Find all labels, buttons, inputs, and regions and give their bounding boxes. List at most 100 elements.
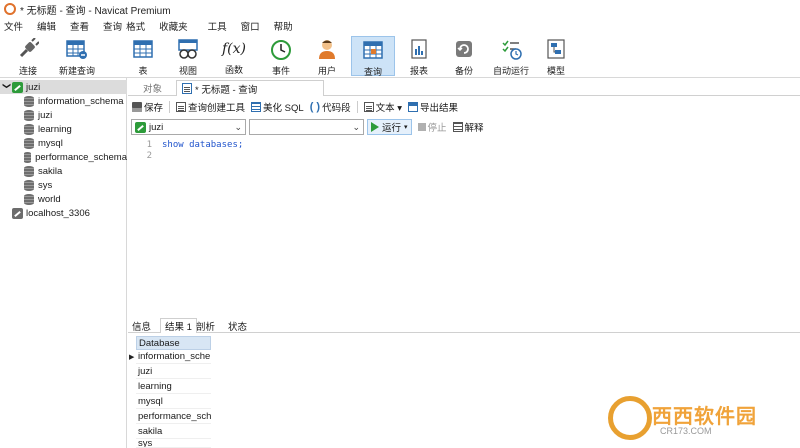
watermark-sub: CR173.COM bbox=[660, 426, 712, 436]
editor-line: 1 show databases; bbox=[128, 139, 244, 150]
tree-db-information-schema[interactable]: information_schema bbox=[0, 94, 127, 108]
user-icon bbox=[316, 38, 338, 60]
autorun-label: 自动运行 bbox=[492, 66, 529, 76]
export-result-button[interactable]: 导出结果 bbox=[408, 100, 458, 114]
table-row[interactable]: mysql bbox=[136, 394, 211, 409]
table-button[interactable]: 表 bbox=[128, 36, 158, 76]
navicat-app-icon bbox=[4, 3, 16, 15]
menu-query[interactable]: 查询 bbox=[103, 19, 122, 33]
user-button[interactable]: 用户 bbox=[312, 36, 342, 76]
menu-view[interactable]: 查看 bbox=[70, 19, 89, 33]
run-label: 运行 bbox=[382, 123, 402, 134]
table-row[interactable]: performance_schema bbox=[136, 409, 211, 424]
stop-icon bbox=[417, 123, 426, 131]
sql-editor[interactable]: 1 show databases; 2 bbox=[128, 137, 800, 315]
query-button[interactable]: 查询 bbox=[351, 36, 395, 77]
beautify-icon bbox=[251, 102, 262, 112]
new-query-icon bbox=[66, 38, 88, 60]
tree-db-learning[interactable]: learning bbox=[0, 122, 127, 136]
backup-button[interactable]: 备份 bbox=[449, 36, 479, 76]
main-toolbar: 连接 新建查询 表 视图 f(x) 函数 事件 用户 查询 报表 备份 自动运行… bbox=[0, 34, 800, 78]
table-row[interactable]: sakila bbox=[136, 424, 211, 439]
query-icon bbox=[362, 39, 384, 61]
tree-connection-juzi[interactable]: ❯ juzi bbox=[0, 80, 127, 94]
table-row[interactable]: juzi bbox=[136, 364, 211, 379]
tab-profile[interactable]: 剖析 bbox=[192, 318, 219, 333]
tree-db-performance-schema[interactable]: performance_schema bbox=[0, 150, 127, 164]
tree-db-world[interactable]: world bbox=[0, 192, 127, 206]
beautify-sql-button[interactable]: 美化 SQL bbox=[251, 100, 304, 114]
tab-query[interactable]: * 无标题 - 查询 bbox=[176, 80, 324, 96]
text-mode-button[interactable]: 文本 ▾ bbox=[363, 100, 402, 114]
query-builder-icon bbox=[176, 102, 187, 112]
editor-tabs: 对象 * 无标题 - 查询 bbox=[128, 78, 800, 96]
tree-db-sys[interactable]: sys bbox=[0, 178, 127, 192]
watermark-ring-icon bbox=[608, 396, 652, 440]
connect-button[interactable]: 连接 bbox=[8, 36, 48, 76]
stop-button[interactable]: 停止 bbox=[417, 120, 447, 134]
model-icon bbox=[545, 38, 567, 60]
menu-favorites[interactable]: 收藏夹 bbox=[159, 19, 188, 33]
event-label: 事件 bbox=[271, 66, 290, 76]
menu-window[interactable]: 窗口 bbox=[241, 19, 260, 33]
new-query-button[interactable]: 新建查询 bbox=[56, 36, 98, 76]
database-icon bbox=[24, 151, 32, 163]
chevron-down-icon: ⌄ bbox=[352, 122, 360, 132]
code-snippet-button[interactable]: ( ) 代码段 bbox=[310, 100, 351, 114]
report-icon bbox=[408, 38, 430, 60]
stop-label: 停止 bbox=[427, 123, 447, 134]
save-button[interactable]: 保存 bbox=[132, 100, 163, 114]
database-label: mysql bbox=[38, 137, 63, 149]
query-builder-label: 查询创建工具 bbox=[188, 103, 246, 114]
function-button[interactable]: f(x) 函数 bbox=[219, 36, 249, 76]
report-button[interactable]: 报表 bbox=[404, 36, 434, 76]
run-button[interactable]: 运行 ▾ bbox=[367, 119, 412, 135]
tab-info[interactable]: 信息 bbox=[128, 318, 155, 333]
query-builder-button[interactable]: 查询创建工具 bbox=[176, 100, 245, 114]
tab-objects[interactable]: 对象 bbox=[138, 80, 167, 96]
table-row[interactable]: learning bbox=[136, 379, 211, 394]
menu-format[interactable]: 格式 bbox=[126, 19, 145, 33]
view-button[interactable]: 视图 bbox=[173, 36, 203, 76]
tree-db-mysql[interactable]: mysql bbox=[0, 136, 127, 150]
database-select[interactable]: ⌄ bbox=[249, 119, 364, 135]
table-row[interactable]: sys bbox=[136, 439, 211, 448]
view-label: 视图 bbox=[178, 66, 197, 76]
tree-db-juzi[interactable]: juzi bbox=[0, 108, 127, 122]
connection-select[interactable]: juzi ⌄ bbox=[131, 119, 246, 135]
database-icon bbox=[24, 109, 34, 121]
database-label: performance_schema bbox=[35, 151, 127, 163]
menu-edit[interactable]: 编辑 bbox=[37, 19, 56, 33]
collapse-arrow-icon[interactable]: ❯ bbox=[3, 82, 12, 92]
database-label: sakila bbox=[38, 165, 63, 177]
menu-tools[interactable]: 工具 bbox=[208, 19, 227, 33]
model-label: 模型 bbox=[546, 66, 565, 76]
event-button[interactable]: 事件 bbox=[266, 36, 296, 76]
database-label: information_schema bbox=[38, 95, 124, 107]
explain-label: 解释 bbox=[464, 123, 484, 134]
title-bar: * 无标题 - 查询 - Navicat Premium bbox=[0, 0, 800, 18]
function-icon: f(x) bbox=[222, 40, 247, 57]
table-icon bbox=[132, 38, 154, 60]
view-icon bbox=[177, 38, 199, 60]
connection-label: localhost_3306 bbox=[26, 207, 90, 219]
code-snippet-icon: ( ) bbox=[309, 101, 321, 113]
autorun-icon bbox=[500, 38, 522, 60]
autorun-button[interactable]: 自动运行 bbox=[490, 36, 532, 76]
model-button[interactable]: 模型 bbox=[541, 36, 571, 76]
result-tabs: 信息 结果 1 剖析 状态 bbox=[128, 317, 800, 333]
menu-file[interactable]: 文件 bbox=[4, 19, 23, 33]
connection-select-value: juzi bbox=[149, 121, 164, 133]
tree-connection-localhost[interactable]: localhost_3306 bbox=[0, 206, 127, 220]
table-row[interactable]: information_schema bbox=[136, 349, 211, 364]
column-header-database[interactable]: Database bbox=[136, 336, 211, 350]
tree-db-sakila[interactable]: sakila bbox=[0, 164, 127, 178]
cell-value: learning bbox=[138, 380, 172, 392]
tab-status[interactable]: 状态 bbox=[224, 318, 251, 333]
connection-label: juzi bbox=[26, 81, 41, 93]
run-dropdown-icon[interactable]: ▾ bbox=[404, 123, 408, 131]
user-label: 用户 bbox=[317, 66, 336, 76]
explain-button[interactable]: 解释 bbox=[452, 120, 484, 134]
menu-help[interactable]: 帮助 bbox=[274, 19, 293, 33]
export-icon bbox=[408, 102, 419, 112]
